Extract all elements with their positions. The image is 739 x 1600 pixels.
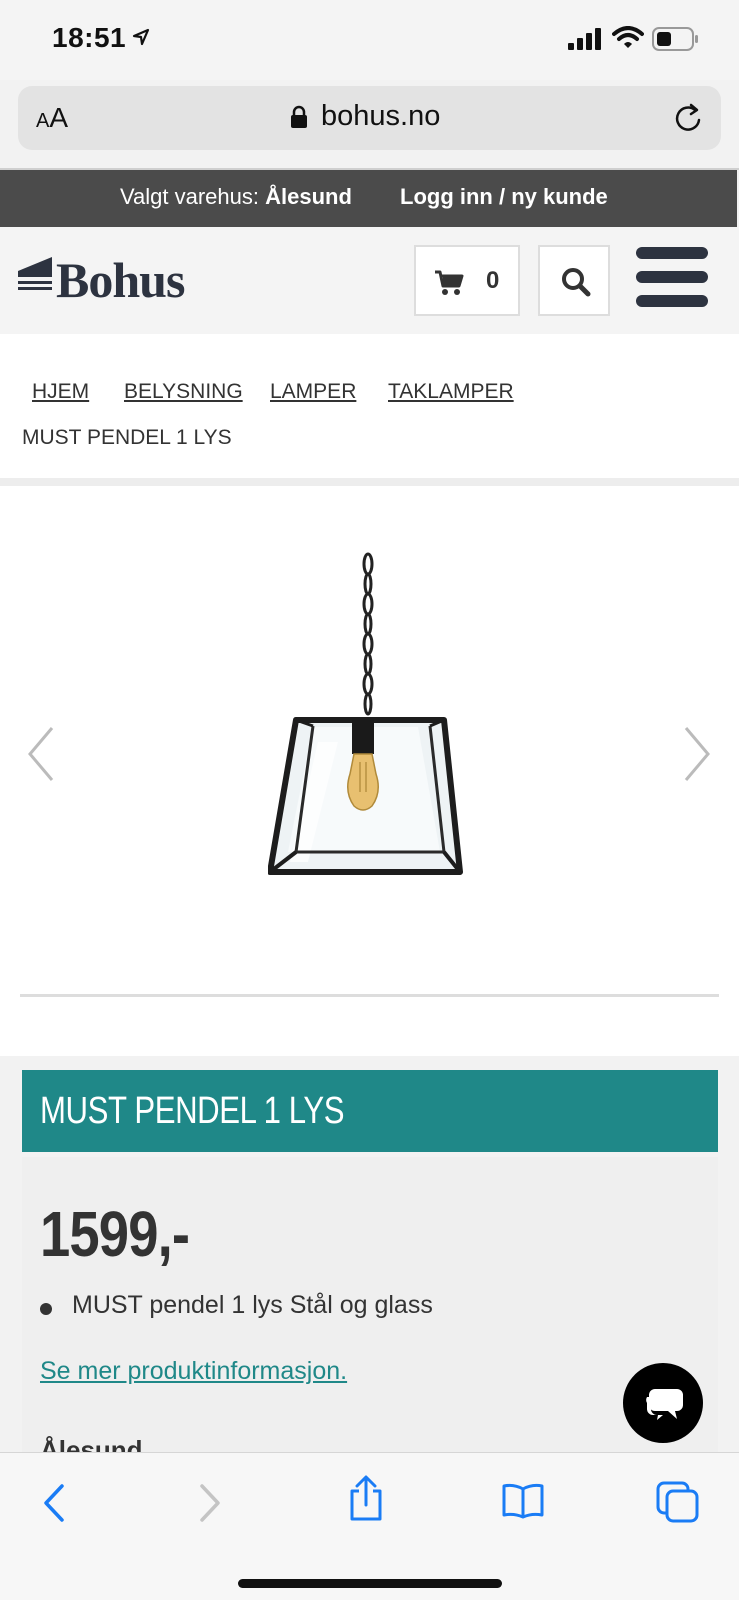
browser-toolbar: [0, 1452, 739, 1600]
status-time: 18:51: [52, 22, 127, 53]
gallery-next-icon[interactable]: [682, 726, 712, 787]
breadcrumb-item-lamper[interactable]: LAMPER: [270, 380, 356, 404]
selected-store-name: Ålesund: [265, 184, 352, 209]
selected-store-prefix: Valgt varehus:: [120, 184, 266, 209]
product-image[interactable]: [267, 552, 474, 897]
breadcrumb-current: MUST PENDEL 1 LYS: [22, 426, 232, 449]
hamburger-menu-icon[interactable]: [636, 247, 710, 311]
selected-store[interactable]: Valgt varehus: Ålesund: [120, 184, 352, 210]
status-bar: 18:51: [0, 0, 739, 80]
product-price: 1599,-: [40, 1198, 190, 1270]
more-info-link[interactable]: Se mer produktinformasjon.: [40, 1357, 347, 1386]
back-icon[interactable]: [42, 1483, 66, 1528]
section-divider: [0, 478, 739, 486]
bohus-logo[interactable]: Bohus: [18, 252, 185, 308]
forward-icon[interactable]: [198, 1483, 222, 1528]
logo-text: Bohus: [56, 252, 185, 308]
product-feature: MUST pendel 1 lys Stål og glass: [72, 1291, 433, 1319]
wifi-icon: [612, 26, 644, 55]
chat-icon: [646, 1389, 683, 1420]
product-gallery: [0, 486, 739, 1056]
search-icon: [562, 268, 591, 297]
site-header: Bohus 0: [0, 227, 739, 334]
login-link[interactable]: Logg inn / ny kunde: [400, 184, 608, 210]
reload-icon[interactable]: [674, 102, 704, 139]
share-icon[interactable]: [348, 1475, 384, 1526]
bullet-icon: [40, 1303, 52, 1315]
address-bar[interactable]: AA bohus.no: [18, 86, 721, 150]
breadcrumb: HJEM BELYSNING LAMPER TAKLAMPER MUST PEN…: [0, 334, 739, 478]
product-title: MUST PENDEL 1 LYS: [40, 1090, 345, 1132]
gallery-prev-icon[interactable]: [26, 726, 56, 787]
search-button[interactable]: [538, 245, 610, 316]
store-strip: Valgt varehus: Ålesund Logg inn / ny kun…: [0, 170, 737, 227]
bookmarks-icon[interactable]: [502, 1483, 544, 1524]
url-text[interactable]: bohus.no: [321, 100, 440, 133]
breadcrumb-item-taklamper[interactable]: TAKLAMPER: [388, 380, 514, 404]
lock-icon: [290, 105, 308, 134]
text-size-button[interactable]: AA: [36, 102, 68, 134]
home-indicator: [238, 1579, 502, 1588]
product-info-panel: 1599,- MUST pendel 1 lys Stål og glass S…: [22, 1157, 718, 1465]
battery-icon: [652, 27, 700, 56]
breadcrumb-item-belysning[interactable]: BELYSNING: [124, 380, 243, 404]
logo-mark-icon: [18, 257, 52, 290]
cart-button[interactable]: 0: [414, 245, 520, 316]
cart-icon: [435, 270, 464, 295]
cellular-signal-icon: [568, 28, 602, 55]
cart-count: 0: [486, 267, 500, 294]
breadcrumb-item-hjem[interactable]: HJEM: [32, 380, 89, 404]
gallery-divider: [20, 994, 719, 997]
location-arrow-icon: [132, 28, 150, 51]
tabs-icon[interactable]: [656, 1481, 700, 1528]
chat-button[interactable]: [623, 1363, 703, 1443]
product-title-bar: MUST PENDEL 1 LYS: [22, 1070, 718, 1152]
